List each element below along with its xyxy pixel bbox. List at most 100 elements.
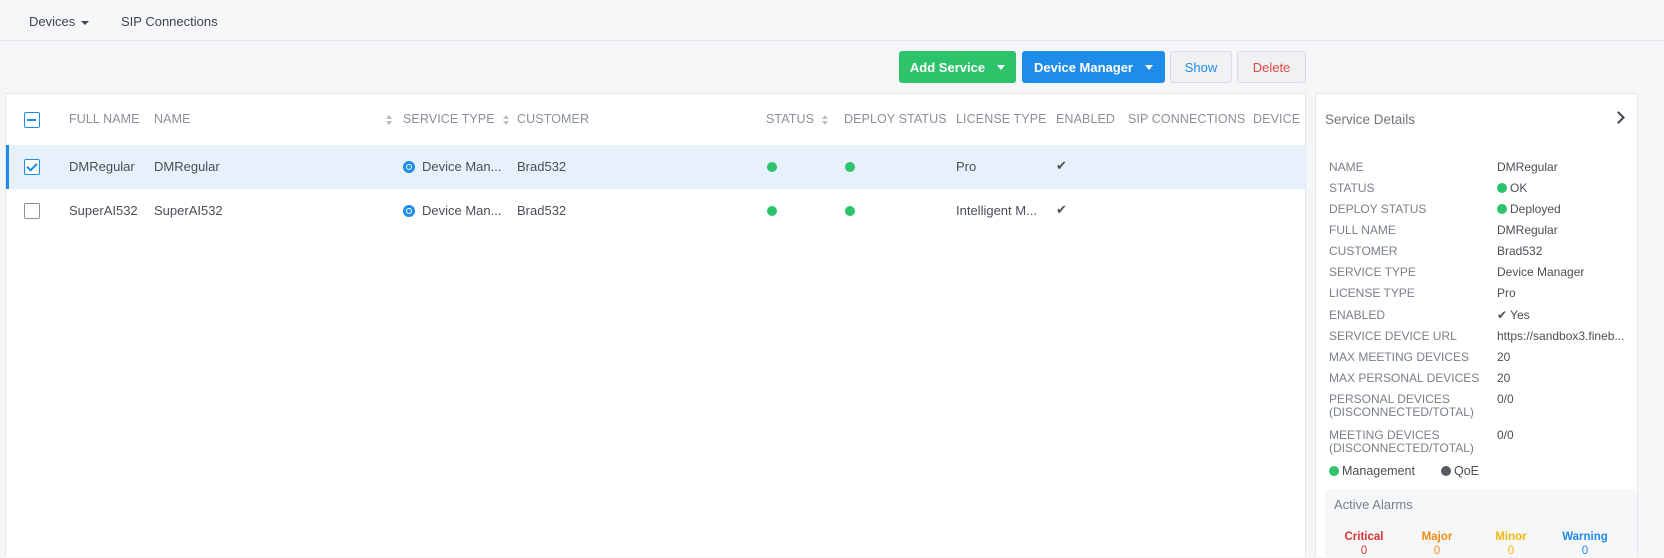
status-ok-indicator (767, 162, 777, 172)
caret-down-icon (1145, 64, 1153, 70)
row-checkbox[interactable] (24, 159, 40, 175)
detail-value-enabled: ✔ Yes (1497, 309, 1530, 322)
management-indicator (1329, 466, 1339, 476)
detail-label: ENABLED (1329, 308, 1386, 322)
column-header-sip-connections[interactable]: SIP CONNECTIONS (1128, 112, 1245, 126)
detail-value-deploy-status: Deployed (1497, 203, 1561, 216)
device-manager-button[interactable]: Device Manager (1022, 51, 1165, 83)
column-header-service-type[interactable]: SERVICE TYPE (403, 112, 510, 126)
detail-label: SERVICE DEVICE URL (1329, 329, 1457, 343)
column-header-deploy-status[interactable]: DEPLOY STATUS (844, 112, 947, 126)
active-alarms-title: Active Alarms (1334, 497, 1413, 512)
column-header-name-label: NAME (154, 112, 191, 126)
sort-icon (502, 114, 510, 125)
cell-service-type: Device Man... (403, 159, 513, 174)
cell-service-type-label: Device Man... (422, 203, 502, 218)
cell-service-type: Device Man... (403, 203, 513, 218)
cell-license-type: Pro (956, 159, 977, 174)
sort-icon (822, 114, 829, 125)
top-navigation-bar: Devices SIP Connections (0, 3, 1664, 41)
legend-qoe: QoE (1441, 464, 1479, 478)
detail-label: NAME (1329, 160, 1364, 174)
alarm-major-label: Major (1421, 531, 1453, 543)
status-ok-indicator (767, 206, 777, 216)
cell-full-name: DMRegular (69, 159, 135, 174)
detail-value: Deployed (1510, 203, 1561, 216)
alarm-critical-label: Critical (1344, 531, 1384, 543)
legend-label: QoE (1454, 464, 1480, 478)
detail-label: DEPLOY STATUS (1329, 202, 1427, 216)
detail-label: FULL NAME (1329, 223, 1396, 237)
qoe-indicator (1441, 466, 1451, 476)
cell-name: DMRegular (154, 159, 220, 174)
detail-label: CUSTOMER (1329, 244, 1398, 258)
column-header-enabled[interactable]: ENABLED (1056, 112, 1115, 126)
deploy-status-indicator (845, 206, 855, 216)
column-header-customer[interactable]: CUSTOMER (517, 112, 589, 126)
caret-down-icon (81, 20, 90, 25)
select-all-checkbox[interactable] (24, 112, 40, 128)
cell-customer: Brad532 (517, 159, 567, 174)
panel-title: Service Details (1325, 112, 1416, 127)
cell-license-type: Intelligent M... (956, 203, 1037, 218)
device-manager-icon (403, 205, 415, 217)
detail-label: STATUS (1329, 181, 1375, 195)
table-row[interactable]: DMRegular DMRegular Device Man... Brad53… (6, 145, 1305, 189)
show-button[interactable]: Show (1170, 51, 1232, 83)
alarm-warning-count: 0 (1581, 545, 1589, 557)
alarm-warning-label: Warning (1562, 531, 1608, 543)
alarm-minor-count: 0 (1507, 545, 1515, 557)
deployed-indicator (1497, 204, 1507, 214)
table-row[interactable]: SuperAI532 SuperAI532 Device Man... Brad… (6, 189, 1305, 233)
detail-label: MAX PERSONAL DEVICES (1329, 371, 1480, 385)
alarm-major[interactable]: Major 0 (1407, 531, 1467, 557)
add-service-button[interactable]: Add Service (899, 51, 1016, 83)
alarm-warning[interactable]: Warning 0 (1555, 531, 1615, 557)
status-ok-indicator (1497, 183, 1507, 193)
alarm-critical-count: 0 (1360, 545, 1368, 557)
device-manager-label: Device Manager (1034, 59, 1133, 75)
detail-label: PERSONAL DEVICES (DISCONNECTED/TOTAL) (1329, 392, 1474, 419)
sip-connections-tab[interactable]: SIP Connections (121, 14, 218, 29)
column-header-service-type-label: SERVICE TYPE (403, 112, 495, 126)
alarm-minor-label: Minor (1495, 531, 1527, 543)
detail-value: Device Manager (1497, 266, 1585, 279)
detail-value: 0/0 (1497, 429, 1514, 442)
chevron-right-icon[interactable] (1612, 111, 1625, 124)
column-header-status[interactable]: STATUS (766, 112, 829, 126)
deploy-status-indicator (845, 162, 855, 172)
service-details-panel: Service Details NAME DMRegular STATUS OK… (1315, 93, 1638, 558)
detail-value: 20 (1497, 372, 1511, 385)
alarm-minor[interactable]: Minor 0 (1481, 531, 1541, 557)
detail-value: OK (1510, 182, 1528, 195)
detail-label: LICENSE TYPE (1329, 286, 1415, 300)
column-header-device[interactable]: DEVICE (1253, 112, 1300, 126)
detail-value: DMRegular (1497, 161, 1558, 174)
device-manager-icon (403, 161, 415, 173)
legend-label: Management (1342, 464, 1415, 478)
column-header-license-type[interactable]: LICENSE TYPE (956, 112, 1047, 126)
alarm-critical[interactable]: Critical 0 (1334, 531, 1394, 557)
devices-menu[interactable]: Devices (29, 14, 90, 29)
column-header-status-label: STATUS (766, 112, 815, 126)
row-checkbox[interactable] (24, 203, 40, 219)
caret-down-icon (997, 64, 1006, 70)
service-device-url-link[interactable]: https://sandbox3.fineb... (1497, 330, 1624, 343)
detail-value-status: OK (1497, 182, 1527, 195)
sort-icon[interactable] (386, 115, 393, 125)
detail-value: 20 (1497, 351, 1511, 364)
alarm-major-count: 0 (1433, 545, 1441, 557)
detail-value: Pro (1497, 287, 1516, 300)
active-alarms-section: Active Alarms Critical 0 Major 0 Minor 0 Wa… (1325, 489, 1637, 558)
delete-button[interactable]: Delete (1237, 51, 1306, 83)
enabled-check-icon: ✔ (1056, 202, 1067, 217)
services-table: FULL NAME NAME SERVICE TYPE CUSTOMER STA… (5, 93, 1306, 557)
column-header-full-name[interactable]: FULL NAME (69, 112, 140, 126)
detail-label: SERVICE TYPE (1329, 265, 1416, 279)
cell-name: SuperAI532 (154, 203, 223, 218)
column-header-name[interactable]: NAME (154, 112, 191, 126)
legend-management: Management (1329, 464, 1415, 478)
cell-customer: Brad532 (517, 203, 567, 218)
detail-value: DMRegular (1497, 224, 1558, 237)
cell-service-type-label: Device Man... (422, 159, 502, 174)
